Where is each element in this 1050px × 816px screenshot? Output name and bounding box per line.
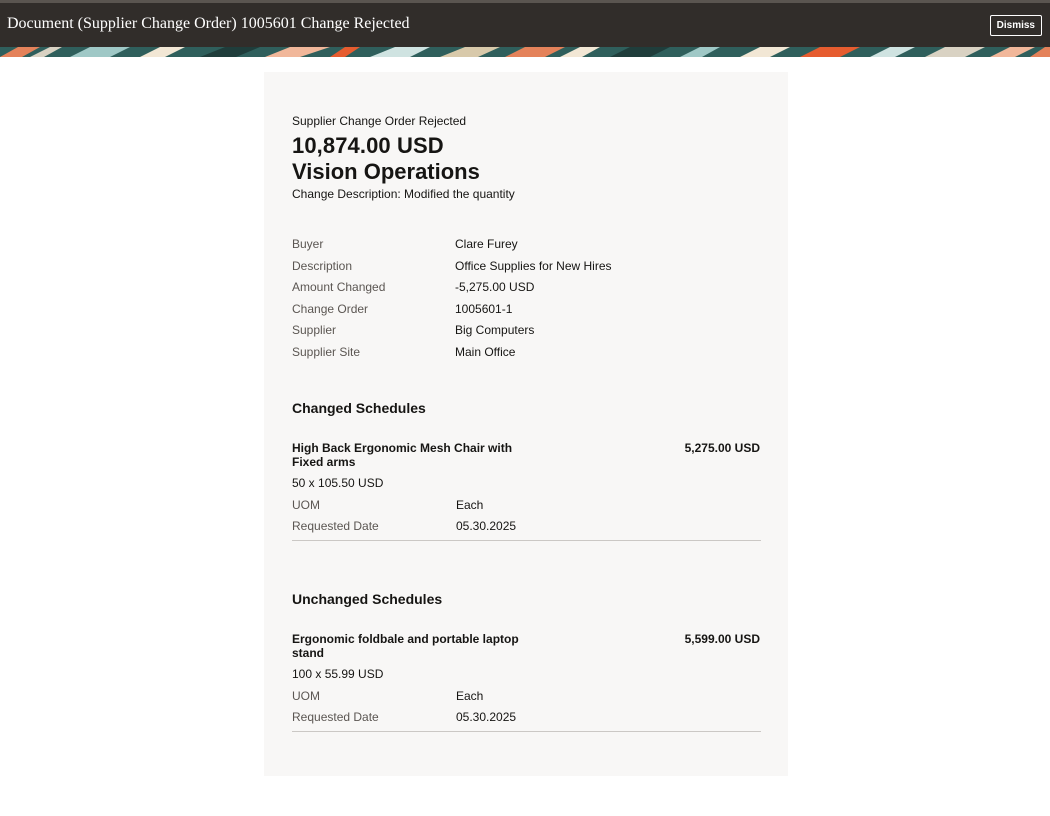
- schedule-item-quantity-price: 100 x 55.99 USD: [292, 667, 384, 681]
- order-amount: 10,874.00 USD: [292, 133, 444, 158]
- schedule-divider: [292, 540, 761, 541]
- schedule-item-name: Ergonomic foldbale and portable laptop s…: [292, 632, 519, 660]
- detail-row-supplier: Supplier Big Computers: [292, 321, 761, 343]
- changed-schedules-heading: Changed Schedules: [292, 400, 426, 416]
- schedule-item-name: High Back Ergonomic Mesh Chair with Fixe…: [292, 441, 513, 469]
- detail-value: -5,275.00 USD: [455, 280, 535, 294]
- organization-name: Vision Operations: [292, 159, 480, 184]
- detail-row-description: Description Office Supplies for New Hire…: [292, 257, 761, 279]
- detail-value: Clare Furey: [455, 237, 518, 251]
- uom-value: Each: [456, 689, 484, 703]
- requested-date-value: 05.30.2025: [456, 710, 517, 724]
- uom-label: UOM: [292, 498, 320, 512]
- uom-value: Each: [456, 498, 484, 512]
- notification-title: Document (Supplier Change Order) 1005601…: [7, 15, 410, 32]
- detail-label: Description: [292, 258, 353, 273]
- detail-row-buyer: Buyer Clare Furey: [292, 235, 761, 257]
- dismiss-button[interactable]: Dismiss: [989, 15, 1042, 36]
- uom-label: UOM: [292, 689, 320, 703]
- schedule-item-total: 5,599.00 USD: [684, 632, 760, 646]
- header-top-rule: [0, 0, 1050, 3]
- detail-label: Supplier: [292, 323, 337, 337]
- detail-row-supplier-site: Supplier Site Main Office: [292, 343, 761, 365]
- notification-card: Supplier Change Order Rejected 10,874.00…: [264, 72, 788, 776]
- detail-value: Main Office: [455, 344, 516, 359]
- detail-label: Supplier Site: [292, 344, 361, 359]
- detail-row-change-order: Change Order 1005601-1: [292, 300, 761, 322]
- header-decorative-pattern: [0, 47, 1050, 57]
- detail-value: Office Supplies for New Hires: [455, 258, 612, 273]
- detail-label: Amount Changed: [292, 280, 386, 294]
- requested-date-value: 05.30.2025: [456, 519, 517, 533]
- detail-label: Change Order: [292, 301, 369, 316]
- notification-type-label: Supplier Change Order Rejected: [292, 114, 467, 128]
- unchanged-schedule-item: Ergonomic foldbale and portable laptop s…: [292, 632, 761, 732]
- requested-date-label: Requested Date: [292, 710, 379, 724]
- notification-header: Document (Supplier Change Order) 1005601…: [0, 0, 1050, 57]
- order-details: Buyer Clare Furey Description Office Sup…: [292, 235, 761, 364]
- requested-date-label: Requested Date: [292, 519, 379, 533]
- schedule-item-quantity-price: 50 x 105.50 USD: [292, 476, 384, 490]
- schedule-item-total: 5,275.00 USD: [684, 441, 760, 455]
- unchanged-schedules-heading: Unchanged Schedules: [292, 591, 443, 607]
- changed-schedule-item: High Back Ergonomic Mesh Chair with Fixe…: [292, 441, 761, 541]
- detail-row-amount-changed: Amount Changed -5,275.00 USD: [292, 278, 761, 300]
- detail-value: 1005601-1: [455, 301, 513, 316]
- schedule-divider: [292, 731, 761, 732]
- detail-label: Buyer: [292, 237, 324, 251]
- change-description: Change Description: Modified the quantit…: [292, 187, 515, 201]
- detail-value: Big Computers: [455, 323, 535, 337]
